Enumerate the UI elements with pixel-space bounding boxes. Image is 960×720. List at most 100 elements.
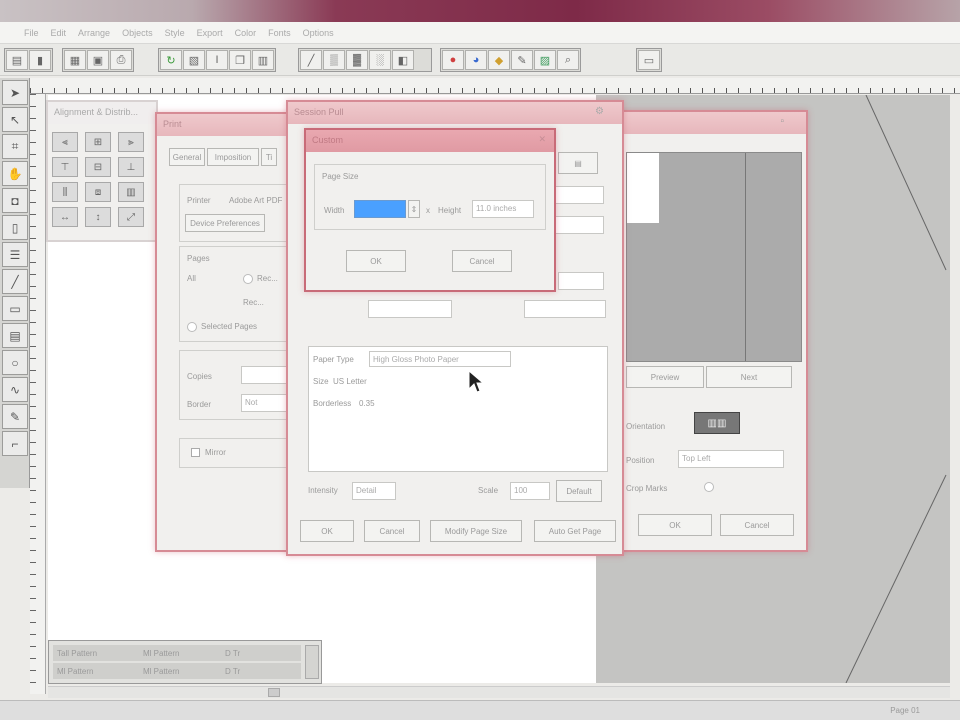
print-icon[interactable]: ⎙ <box>110 50 132 70</box>
horizontal-scrollbar[interactable] <box>48 686 950 698</box>
align-bottom-icon[interactable]: ⊥ <box>118 157 144 177</box>
image-icon[interactable]: ▧ <box>183 50 205 70</box>
match-size-icon[interactable]: ⤢ <box>118 207 144 227</box>
select-icon[interactable]: ↖ <box>2 107 28 132</box>
layer-row[interactable]: Tall Pattern Ml Pattern D Tr <box>53 645 301 661</box>
scroll-thumb[interactable] <box>268 688 280 697</box>
text-icon[interactable]: I <box>206 50 228 70</box>
node-icon[interactable]: ◘ <box>2 188 28 213</box>
stroke-icon[interactable]: ░ <box>369 50 391 70</box>
width-input[interactable] <box>354 200 406 218</box>
open-icon[interactable]: ▤ <box>6 50 28 70</box>
scale-input[interactable]: 100 <box>510 482 550 500</box>
palette-icon[interactable]: ◕ <box>465 50 487 70</box>
refresh-icon[interactable]: ↻ <box>160 50 182 70</box>
copy-icon[interactable]: ❐ <box>229 50 251 70</box>
desktop-strip <box>0 0 960 22</box>
connector-icon[interactable]: ⌐ <box>2 431 28 456</box>
page-setup-ok-button[interactable]: OK <box>300 520 354 542</box>
hand-icon[interactable]: ✋ <box>2 161 28 186</box>
quality-select[interactable] <box>558 272 604 290</box>
align-left-icon[interactable]: ⫷ <box>52 132 78 152</box>
paper-type-select[interactable]: High Gloss Photo Paper <box>369 351 511 367</box>
grid-icon[interactable]: ▦ <box>64 50 86 70</box>
menu-options[interactable]: Options <box>303 28 334 38</box>
menu-edit[interactable]: Edit <box>51 28 67 38</box>
match-height-icon[interactable]: ↕ <box>85 207 111 227</box>
rectangle-icon[interactable]: ▭ <box>2 296 28 321</box>
crop-marks-radio[interactable] <box>704 482 714 492</box>
position-select[interactable]: Top Left <box>678 450 784 468</box>
align-middle-icon[interactable]: ⊟ <box>85 157 111 177</box>
custom-close-icon[interactable]: ✕ <box>538 134 546 145</box>
modify-page-size-button[interactable]: Modify Page Size <box>430 520 522 542</box>
tab-more[interactable]: Ti <box>261 148 277 166</box>
menu-arrange[interactable]: Arrange <box>78 28 110 38</box>
printer-group <box>179 184 289 242</box>
next-button[interactable]: Next <box>706 366 792 388</box>
crop-icon[interactable]: ⌗ <box>2 134 28 159</box>
selected-pages-radio[interactable] <box>187 322 197 332</box>
zoom-icon[interactable]: ⌕ <box>557 50 579 70</box>
menu-export[interactable]: Export <box>197 28 223 38</box>
menu-color[interactable]: Color <box>235 28 257 38</box>
distribute-v-icon[interactable]: ⧈ <box>85 182 111 202</box>
ellipse-icon[interactable]: ○ <box>2 350 28 375</box>
layout-select[interactable] <box>368 300 452 318</box>
column-icon[interactable]: ▯ <box>2 215 28 240</box>
height-input[interactable]: 11.0 inches <box>472 200 534 218</box>
orientation-icon[interactable]: ▥▥ <box>694 412 740 434</box>
page-setup-cancel-button[interactable]: Cancel <box>364 520 420 542</box>
line-icon[interactable]: ╱ <box>2 269 28 294</box>
match-width-icon[interactable]: ↔ <box>52 207 78 227</box>
mirror-checkbox[interactable] <box>191 448 200 457</box>
source-select[interactable] <box>524 300 606 318</box>
range-radio[interactable] <box>243 274 253 284</box>
copies-input[interactable] <box>241 366 287 384</box>
picture-icon[interactable]: ▨ <box>534 50 556 70</box>
distribute-h-icon[interactable]: ⫼ <box>52 182 78 202</box>
paste-icon[interactable]: ▥ <box>252 50 274 70</box>
default-button[interactable]: Default <box>556 480 602 502</box>
swatch-icon[interactable]: ◆ <box>488 50 510 70</box>
width-spinner[interactable]: ⇕ <box>408 200 420 218</box>
curve-icon[interactable]: ∿ <box>2 377 28 402</box>
custom-ok-button[interactable]: OK <box>346 250 406 272</box>
tab-general[interactable]: General <box>169 148 205 166</box>
view-icon[interactable]: ▭ <box>638 50 660 70</box>
fill-icon[interactable]: ▓ <box>346 50 368 70</box>
menu-objects[interactable]: Objects <box>122 28 153 38</box>
help-icon[interactable]: ⚙ <box>595 106 604 117</box>
tab-imposition[interactable]: Imposition <box>207 148 259 166</box>
save-icon[interactable]: ▮ <box>29 50 51 70</box>
device-preferences-button[interactable]: Device Preferences <box>185 214 265 232</box>
pen-icon[interactable]: ✎ <box>2 404 28 429</box>
menu-fonts[interactable]: Fonts <box>268 28 291 38</box>
frame-icon[interactable]: ▣ <box>87 50 109 70</box>
intensity-select[interactable]: Detail <box>352 482 396 500</box>
table-icon[interactable]: ▤ <box>2 323 28 348</box>
align-top-icon[interactable]: ⊤ <box>52 157 78 177</box>
brush-icon[interactable]: ╱ <box>300 50 322 70</box>
eyedropper-icon[interactable]: ✎ <box>511 50 533 70</box>
align-right-icon[interactable]: ⫸ <box>118 132 144 152</box>
gradient-icon[interactable]: ◧ <box>392 50 414 70</box>
custom-cancel-button[interactable]: Cancel <box>452 250 512 272</box>
color-wheel-icon[interactable]: ● <box>442 50 464 70</box>
auto-get-page-button[interactable]: Auto Get Page <box>534 520 616 542</box>
close-icon[interactable]: ▫ <box>780 116 784 127</box>
align-center-icon[interactable]: ⊞ <box>85 132 111 152</box>
preview-button[interactable]: Preview <box>626 366 704 388</box>
preview-cancel-button[interactable]: Cancel <box>720 514 794 536</box>
menu-style[interactable]: Style <box>165 28 185 38</box>
layers-scrollbar[interactable] <box>305 645 319 679</box>
rows-icon[interactable]: ☰ <box>2 242 28 267</box>
printer-properties-icon[interactable]: ▤ <box>558 152 598 174</box>
pattern-icon[interactable]: ▒ <box>323 50 345 70</box>
layer-row[interactable]: Ml Pattern Ml Pattern D Tr <box>53 663 301 679</box>
preview-ok-button[interactable]: OK <box>638 514 712 536</box>
distribute-space-icon[interactable]: ▥ <box>118 182 144 202</box>
menu-file[interactable]: File <box>24 28 39 38</box>
pointer-icon[interactable]: ➤ <box>2 80 28 105</box>
border-select[interactable]: Not <box>241 394 287 412</box>
